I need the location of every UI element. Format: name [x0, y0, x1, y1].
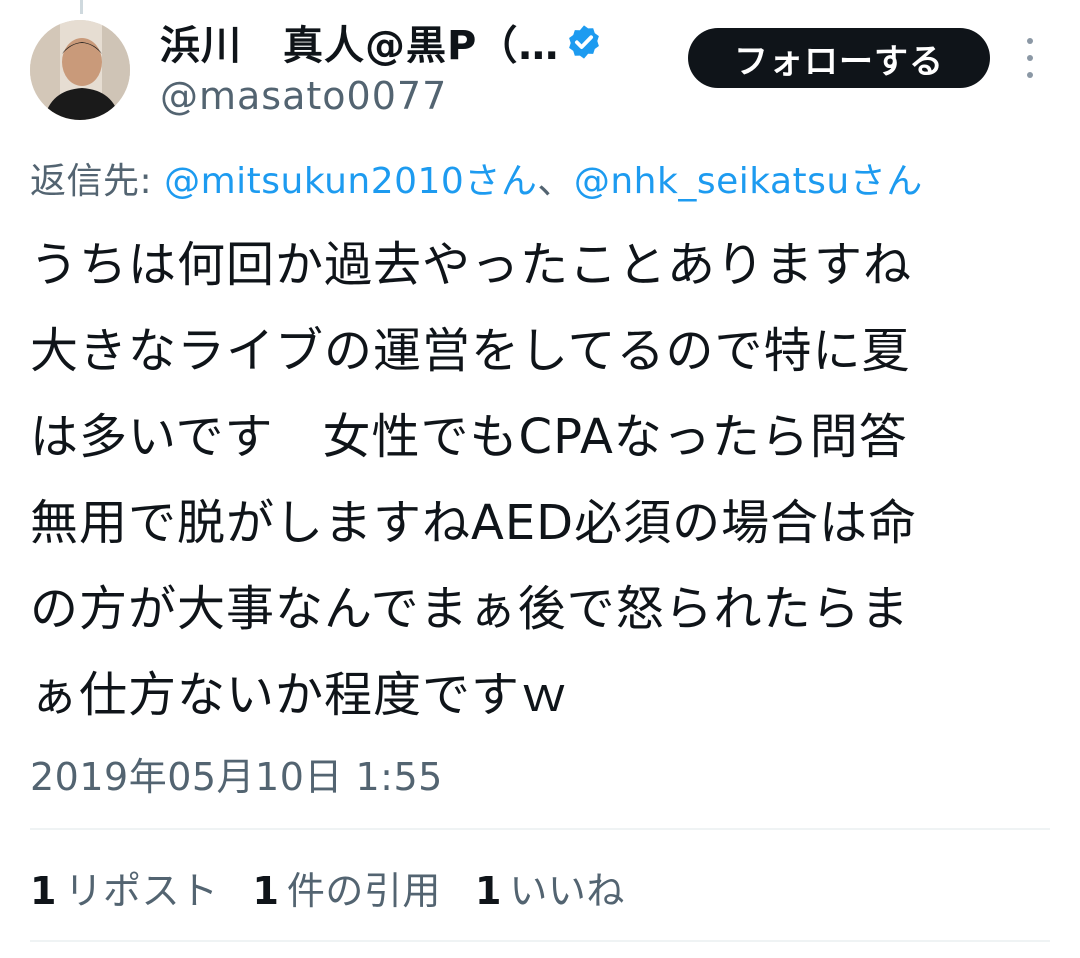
reply-mention-link[interactable]: @nhk_seikatsuさん: [574, 161, 923, 202]
more-dot: [1027, 38, 1033, 44]
stat-count: 1: [474, 869, 502, 913]
stat-count: 1: [252, 869, 279, 913]
likes-stat[interactable]: 1 いいね: [475, 860, 625, 915]
stat-label: 件の引用: [286, 869, 441, 913]
reply-mention-link[interactable]: @mitsukun2010さん: [164, 161, 537, 202]
verified-badge-icon: [565, 23, 603, 61]
engagement-stats: 1 リポスト 1 件の引用 1 いいね: [30, 860, 659, 915]
thread-connector-line: [80, 0, 83, 14]
quotes-stat[interactable]: 1 件の引用: [252, 860, 440, 915]
divider: [30, 940, 1050, 942]
reply-to-line: 返信先: @mitsukun2010さん、@nhk_seikatsuさん: [30, 152, 923, 204]
more-dot: [1027, 72, 1033, 78]
tweet-text: うちは何回か過去やったことありますね 大きなライブの運営をしてるので特に夏 は多…: [30, 237, 918, 723]
more-options-icon[interactable]: [1012, 38, 1048, 78]
divider: [30, 828, 1050, 830]
stat-label: いいね: [509, 869, 625, 913]
author-display-name[interactable]: 浜川 真人@黒P（…: [160, 13, 559, 71]
reply-separator: 、: [537, 161, 574, 202]
avatar[interactable]: [30, 20, 130, 120]
stat-label: リポスト: [64, 869, 219, 913]
follow-button[interactable]: フォローする: [688, 28, 990, 88]
more-dot: [1027, 55, 1033, 61]
author-handle[interactable]: @masato0077: [160, 74, 660, 118]
tweet-author: 浜川 真人@黒P（… @masato0077: [160, 14, 660, 118]
avatar-image: [30, 20, 130, 120]
tweet-timestamp[interactable]: 2019年05月10日 1:55: [30, 746, 443, 801]
retweets-stat[interactable]: 1 リポスト: [30, 860, 218, 915]
author-name-row: 浜川 真人@黒P（…: [160, 14, 660, 70]
stat-count: 1: [30, 869, 57, 913]
reply-to-prefix: 返信先:: [30, 161, 165, 202]
